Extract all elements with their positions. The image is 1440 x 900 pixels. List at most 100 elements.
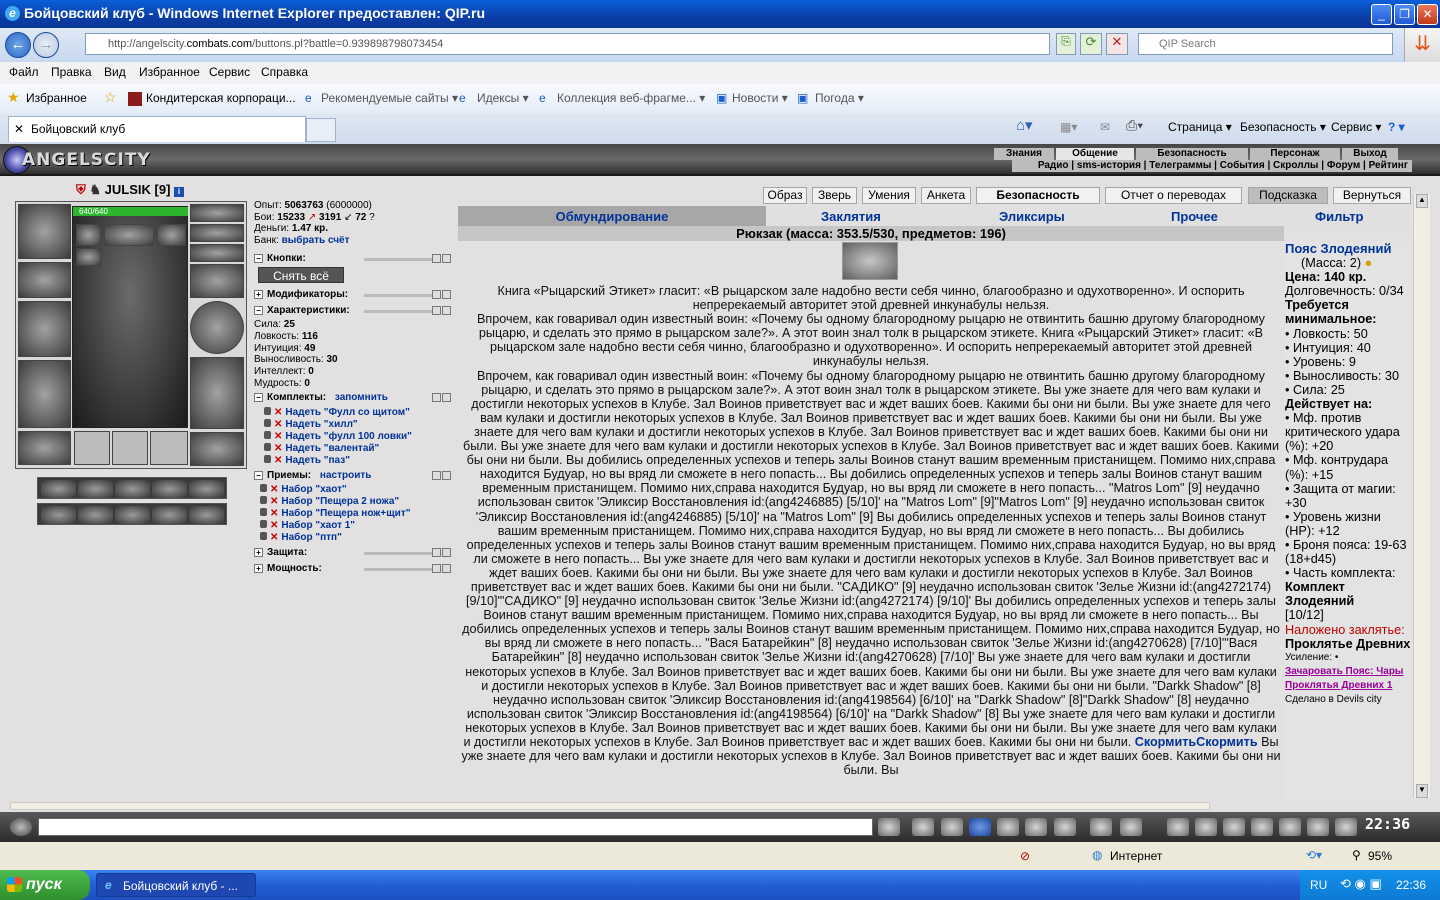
enchant-link[interactable]: Зачаровать Пояс: Чары Проклятья Древних … — [1285, 665, 1411, 693]
chat-head-icon[interactable] — [10, 818, 32, 836]
clan-chat-icon[interactable] — [1251, 818, 1273, 836]
menu-help[interactable]: Справка — [261, 65, 308, 79]
gloves-slot[interactable] — [190, 264, 244, 298]
tab-equipment[interactable]: Обмундирование — [458, 206, 766, 226]
tab-elixirs[interactable]: Эликсиры — [999, 209, 1065, 224]
help-menu[interactable]: ? ▾ — [1388, 120, 1405, 134]
compat-view-icon[interactable]: ⎘ — [1056, 33, 1076, 55]
sets-remember-link[interactable]: запомнить — [335, 392, 388, 403]
section-modifiers[interactable]: + Модификаторы: — [254, 289, 454, 301]
trick-set[interactable]: ✕ Набор "птп" — [260, 532, 342, 543]
scroll-up-icon[interactable]: ▲ — [1416, 194, 1428, 208]
info-icon[interactable]: i — [174, 187, 185, 197]
percent-icon[interactable] — [1025, 818, 1047, 836]
section-characteristics[interactable]: − Характеристики: — [254, 305, 454, 317]
buff-icon[interactable] — [189, 480, 224, 498]
set-item[interactable]: ✕ Надеть "валентай" — [264, 443, 379, 454]
earrings-slot[interactable] — [190, 204, 244, 222]
item-name[interactable]: Пояс Злодеяний — [1285, 241, 1411, 256]
scroll-down-icon[interactable]: ▼ — [1416, 784, 1428, 798]
feeds-icon[interactable]: ▦▾ — [1060, 120, 1077, 134]
quest-icon[interactable] — [1195, 818, 1217, 836]
buff-icon[interactable] — [115, 506, 150, 524]
send-icon[interactable] — [878, 818, 900, 836]
shield-slot[interactable] — [190, 301, 244, 354]
skills-button[interactable]: Умения — [862, 187, 916, 204]
clear-icon[interactable] — [912, 818, 934, 836]
protected-mode-icon[interactable]: ⟲▾ — [1306, 848, 1322, 862]
section-sets[interactable]: − Комплекты: запомнить — [254, 392, 454, 404]
rings-slot[interactable] — [190, 244, 244, 262]
menu-favorites[interactable]: Избранное — [139, 65, 200, 79]
boots-slot[interactable] — [190, 432, 244, 466]
qip-icon[interactable]: ⇊ — [1404, 28, 1440, 62]
refresh-icon[interactable]: ⟳ — [1080, 33, 1102, 55]
bracers-slot[interactable] — [18, 262, 71, 298]
menu-tools[interactable]: Сервис — [209, 65, 250, 79]
start-button[interactable]: пуск — [0, 870, 90, 900]
print-icon[interactable]: ⎙▾ — [1126, 117, 1143, 134]
profile-button[interactable]: Анкета — [921, 187, 971, 204]
fav-item-webslices[interactable]: Коллекция веб-фрагме... ▾ — [557, 91, 705, 105]
tab-other[interactable]: Прочее — [1171, 209, 1218, 224]
belt-slot[interactable] — [18, 431, 71, 465]
player-name[interactable]: JULSIK — [105, 182, 151, 197]
belt-item-icon[interactable] — [842, 242, 898, 280]
smiley-icon[interactable] — [1090, 818, 1112, 836]
set-item[interactable]: ✕ Надеть "Фулл со щитом" — [264, 407, 410, 418]
section-power[interactable]: + Мощность: — [254, 563, 454, 575]
tray-icons[interactable]: ⟲ ◉ ▣ — [1340, 876, 1382, 892]
trick-set[interactable]: ✕ Набор "хаот 1" — [260, 520, 355, 531]
page-menu[interactable]: Страница ▾ — [1168, 120, 1232, 134]
empty-slot[interactable] — [74, 431, 110, 465]
weapon-slot[interactable] — [18, 301, 71, 357]
section-tricks[interactable]: − Приемы: настроить — [254, 470, 454, 482]
home-icon[interactable]: ⌂▾ — [1016, 116, 1033, 134]
buff-icon[interactable] — [189, 506, 224, 524]
new-tab-button[interactable] — [306, 118, 336, 142]
tab-filter[interactable]: Фильтр — [1315, 209, 1364, 224]
fav-item-weather[interactable]: Погода ▾ — [815, 91, 864, 105]
forward-button[interactable]: → — [33, 32, 59, 58]
filter-icon[interactable] — [941, 818, 963, 836]
address-input[interactable]: http://angelscity.combats.com/buttons.pl… — [85, 33, 1050, 55]
browser-tab[interactable]: ✕ Бойцовский клуб — [8, 116, 306, 142]
add-favorite-icon[interactable]: ☆ — [104, 89, 117, 106]
language-indicator[interactable]: RU — [1310, 878, 1327, 892]
horizontal-scrollbar[interactable] — [10, 802, 1210, 810]
minimize-button[interactable]: _ — [1371, 4, 1392, 25]
buff-icon[interactable] — [115, 480, 150, 498]
popup-blocked-icon[interactable]: ⊘ — [1020, 849, 1030, 863]
flag-icon[interactable] — [1307, 818, 1329, 836]
safety-menu[interactable]: Безопасность ▾ — [1240, 120, 1326, 134]
section-buttons[interactable]: − Кнопки: — [254, 253, 454, 265]
amulet-slot[interactable] — [190, 224, 244, 242]
buff-icon[interactable] — [41, 506, 76, 524]
trick-set[interactable]: ✕ Набор "Пещера 2 ножа" — [260, 496, 399, 507]
set-item[interactable]: ✕ Надеть "хилл" — [264, 419, 358, 430]
empty-slot[interactable] — [150, 431, 188, 465]
buff-icon[interactable] — [152, 506, 187, 524]
security-button[interactable]: Безопасность — [976, 187, 1100, 204]
fight-icon[interactable] — [997, 818, 1019, 836]
page-scrollbar[interactable]: ▲ ▼ — [1413, 194, 1430, 798]
leggings-slot[interactable] — [190, 357, 244, 429]
tab-spells[interactable]: Заклятия — [821, 209, 881, 224]
fav-item-news[interactable]: Новости ▾ — [732, 91, 788, 105]
fav-item-suggested[interactable]: Рекомендуемые сайты ▾ — [321, 91, 458, 105]
save-icon[interactable] — [969, 818, 991, 836]
taskbar-ie-window[interactable]: e Бойцовский клуб - ... — [96, 873, 256, 897]
buff-icon[interactable] — [78, 506, 113, 524]
feed-link[interactable]: СкормитьСкормить — [1135, 735, 1258, 749]
armor-slot[interactable] — [18, 360, 71, 428]
transfers-report-button[interactable]: Отчет о переводах — [1105, 187, 1242, 204]
search-input[interactable]: QIP Search — [1138, 33, 1393, 55]
menu-view[interactable]: Вид — [104, 65, 126, 79]
image-button[interactable]: Образ — [763, 187, 807, 204]
buff-icon[interactable] — [152, 480, 187, 498]
close-button[interactable]: ✕ — [1417, 4, 1438, 25]
scroll-slot-2[interactable] — [104, 224, 154, 246]
zoom-icon[interactable]: ⚲ — [1352, 848, 1361, 862]
tools-menu[interactable]: Сервис ▾ — [1331, 120, 1381, 134]
back-button[interactable]: ← — [5, 32, 31, 58]
